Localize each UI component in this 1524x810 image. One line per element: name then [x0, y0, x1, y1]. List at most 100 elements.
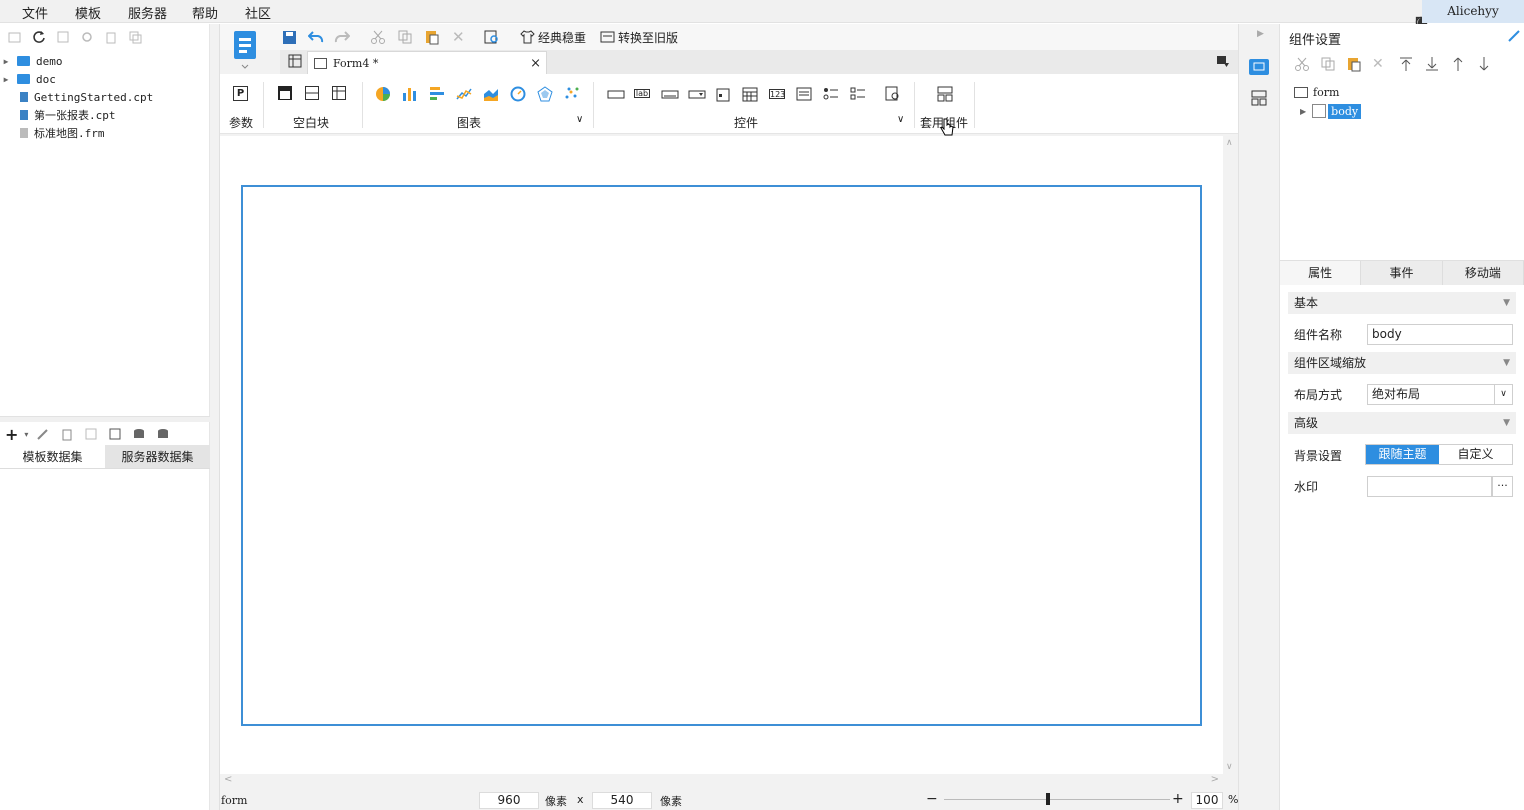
cut-icon[interactable]	[1294, 56, 1310, 72]
section-advanced[interactable]: 高级 ▼	[1288, 412, 1516, 434]
cut-icon[interactable]	[370, 28, 386, 46]
paste-icon[interactable]	[1346, 56, 1362, 72]
split-block-icon[interactable]	[305, 86, 321, 102]
custom-option[interactable]: 自定义	[1439, 445, 1512, 464]
section-basic[interactable]: 基本 ▼	[1288, 292, 1516, 314]
menu-template[interactable]: 模板	[75, 3, 101, 22]
save-icon[interactable]	[282, 28, 297, 46]
zoom-input[interactable]: 100	[1191, 792, 1223, 809]
watermark-more-button[interactable]: ···	[1492, 476, 1513, 497]
paste-icon[interactable]	[424, 28, 440, 46]
tree-item-first-report[interactable]: 第一张报表.cpt	[0, 106, 116, 124]
move-top-icon[interactable]	[1398, 56, 1414, 72]
refresh-icon[interactable]	[30, 28, 48, 46]
classic-theme-button[interactable]: 经典稳重	[520, 28, 586, 46]
database-icon[interactable]	[130, 425, 148, 443]
checkbox-group-icon[interactable]	[850, 86, 866, 102]
width-input[interactable]: 960	[479, 792, 539, 809]
area-chart-icon[interactable]	[483, 86, 499, 102]
zoom-in-button[interactable]: +	[1172, 791, 1184, 807]
left-collapse-bar[interactable]	[210, 24, 220, 810]
tab-template-dataset[interactable]: 模板数据集	[0, 445, 105, 468]
chevron-down-icon[interactable]: ∨	[897, 114, 904, 125]
scroll-left-icon[interactable]: <	[224, 774, 232, 785]
zoom-out-button[interactable]: −	[926, 791, 938, 807]
add-dataset-icon[interactable]: +	[5, 425, 18, 444]
copy-icon[interactable]	[397, 28, 413, 46]
radar-chart-icon[interactable]	[537, 86, 553, 102]
label-widget-icon[interactable]	[607, 86, 625, 102]
preview-icon[interactable]	[54, 28, 72, 46]
scatter-chart-icon[interactable]	[564, 86, 580, 102]
convert-legacy-button[interactable]: 转换至旧版	[600, 28, 678, 46]
tab-server-dataset[interactable]: 服务器数据集	[105, 445, 210, 468]
section-scale[interactable]: 组件区域缩放 ▼	[1288, 352, 1516, 374]
search-widget-icon[interactable]	[885, 86, 901, 102]
chevron-down-icon[interactable]: ∨	[1494, 385, 1512, 404]
preview-search-icon[interactable]	[484, 28, 500, 46]
tab-properties[interactable]: 属性	[1280, 261, 1362, 285]
chevron-down-icon[interactable]: ∨	[576, 114, 583, 125]
bar-chart-icon[interactable]	[402, 86, 418, 102]
component-name-input[interactable]: body	[1367, 324, 1513, 345]
component-settings-icon[interactable]	[1249, 59, 1269, 75]
dropdown-widget-icon[interactable]	[688, 86, 706, 102]
delete-icon[interactable]: ✕	[1372, 56, 1388, 72]
horizontal-scrollbar[interactable]: < >	[220, 774, 1223, 789]
design-canvas[interactable]	[220, 136, 1223, 774]
move-bottom-icon[interactable]	[1424, 56, 1440, 72]
hbar-chart-icon[interactable]	[429, 86, 445, 102]
undo-icon[interactable]	[308, 28, 324, 46]
scroll-down-icon[interactable]: ∨	[1226, 762, 1233, 772]
database-settings-icon[interactable]	[154, 425, 172, 443]
tree-node-form[interactable]: form	[1294, 84, 1361, 100]
delete-icon[interactable]	[58, 425, 76, 443]
parameter-icon[interactable]: P	[233, 86, 248, 101]
textfield-widget-icon[interactable]	[661, 86, 679, 102]
tab-form4[interactable]: Form4 * ×	[307, 51, 547, 74]
move-down-icon[interactable]	[1476, 56, 1492, 72]
tree-item-doc[interactable]: ▶ doc	[0, 70, 56, 88]
expand-icon[interactable]: ▶	[0, 75, 12, 84]
blank-block-icon[interactable]	[278, 86, 294, 102]
form-body-area[interactable]	[241, 185, 1202, 726]
tree-item-demo[interactable]: ▶ demo	[0, 52, 63, 70]
copy-icon[interactable]	[1320, 56, 1336, 72]
expand-icon[interactable]: ▶	[1300, 107, 1306, 116]
panel-splitter[interactable]	[0, 416, 210, 422]
watermark-input[interactable]	[1367, 476, 1492, 497]
zoom-slider-handle[interactable]	[1046, 793, 1050, 805]
height-input[interactable]: 540	[592, 792, 652, 809]
user-name[interactable]: Alicehyy	[1422, 0, 1524, 23]
settings-icon[interactable]	[78, 28, 96, 46]
pin-icon[interactable]	[1508, 30, 1520, 45]
text-label-icon[interactable]: lab	[634, 89, 650, 98]
tab-mobile[interactable]: 移动端	[1442, 261, 1524, 285]
dropdown-icon[interactable]: ▾	[24, 430, 28, 439]
expand-icon[interactable]: ▶	[0, 57, 12, 66]
pie-chart-icon[interactable]	[375, 86, 391, 102]
tree-item-standard-map[interactable]: 标准地图.frm	[0, 124, 105, 142]
move-up-icon[interactable]	[1450, 56, 1466, 72]
date-widget-icon[interactable]	[715, 86, 731, 102]
widget-layout-icon[interactable]	[1251, 90, 1267, 109]
layout-switch-icon[interactable]	[1216, 54, 1230, 71]
delete-icon[interactable]	[102, 28, 120, 46]
close-icon[interactable]: ×	[530, 56, 541, 71]
tab-events[interactable]: 事件	[1361, 261, 1443, 285]
menu-help[interactable]: 帮助	[192, 3, 218, 22]
calendar-widget-icon[interactable]	[742, 86, 758, 102]
scroll-right-icon[interactable]: >	[1211, 774, 1219, 785]
menu-community[interactable]: 社区	[245, 3, 271, 22]
collapse-right-icon[interactable]: ▶	[1257, 29, 1264, 39]
dataset-edit-icon[interactable]	[106, 425, 124, 443]
gauge-chart-icon[interactable]	[510, 86, 526, 102]
clear-icon[interactable]: ✕	[452, 28, 465, 46]
table-block-icon[interactable]	[332, 86, 348, 102]
new-folder-icon[interactable]	[6, 28, 24, 46]
copy-icon[interactable]	[126, 28, 144, 46]
follow-theme-option[interactable]: 跟随主题	[1366, 445, 1439, 464]
shared-component-icon[interactable]	[937, 86, 953, 102]
form-logo-icon[interactable]	[232, 29, 258, 69]
grid-layout-icon[interactable]	[288, 54, 302, 71]
